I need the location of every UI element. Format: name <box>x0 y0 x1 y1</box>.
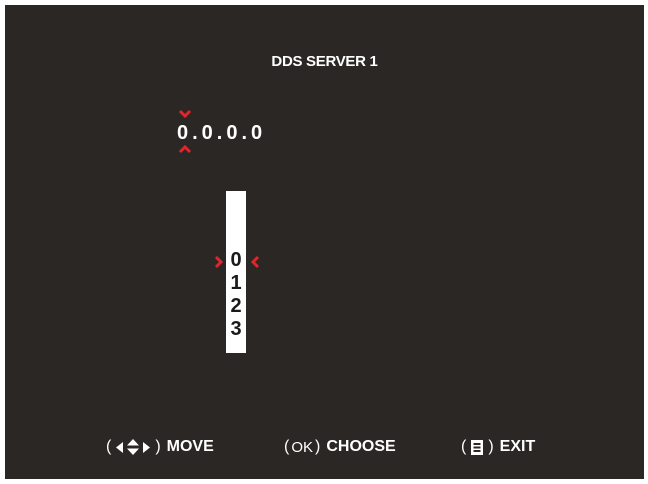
arrow-keys-icon <box>116 439 151 455</box>
choose-label: CHOOSE <box>326 438 396 455</box>
choose-open-paren: ( <box>284 438 290 455</box>
move-hint: ( ) MOVE <box>106 438 214 456</box>
move-close-paren: ) <box>155 438 161 455</box>
ok-key-label: OK <box>291 438 314 456</box>
chevron-up-icon[interactable] <box>178 144 192 154</box>
picker-option[interactable]: 0 <box>226 249 246 272</box>
move-label: MOVE <box>166 438 214 455</box>
picker-option[interactable]: 1 <box>226 272 246 295</box>
exit-open-paren: ( <box>461 438 467 455</box>
osd-screen: DDS SERVER 1 0.0.0.0 0 1 2 3 () MOVE (… <box>5 5 644 479</box>
choose-close-paren: ) <box>315 438 321 455</box>
chevron-down-icon[interactable] <box>178 109 192 119</box>
picker-option[interactable]: 3 <box>226 318 246 341</box>
exit-hint: ( ) EXIT <box>461 438 535 456</box>
move-open-paren: ( <box>106 438 112 455</box>
chevron-left-icon <box>250 255 264 269</box>
menu-icon <box>471 439 484 455</box>
choose-hint: ( OK ) CHOOSE <box>284 438 396 456</box>
exit-close-paren: ) <box>488 438 494 455</box>
dialog-title: DDS SERVER 1 <box>271 53 378 70</box>
ip-address-field[interactable]: 0.0.0.0 <box>177 122 266 145</box>
digit-picker-list: 0 1 2 3 <box>226 249 246 341</box>
chevron-right-icon <box>214 255 228 269</box>
picker-option[interactable]: 2 <box>226 295 246 318</box>
digit-picker[interactable]: 0 1 2 3 <box>226 191 246 353</box>
exit-label: EXIT <box>499 438 536 455</box>
